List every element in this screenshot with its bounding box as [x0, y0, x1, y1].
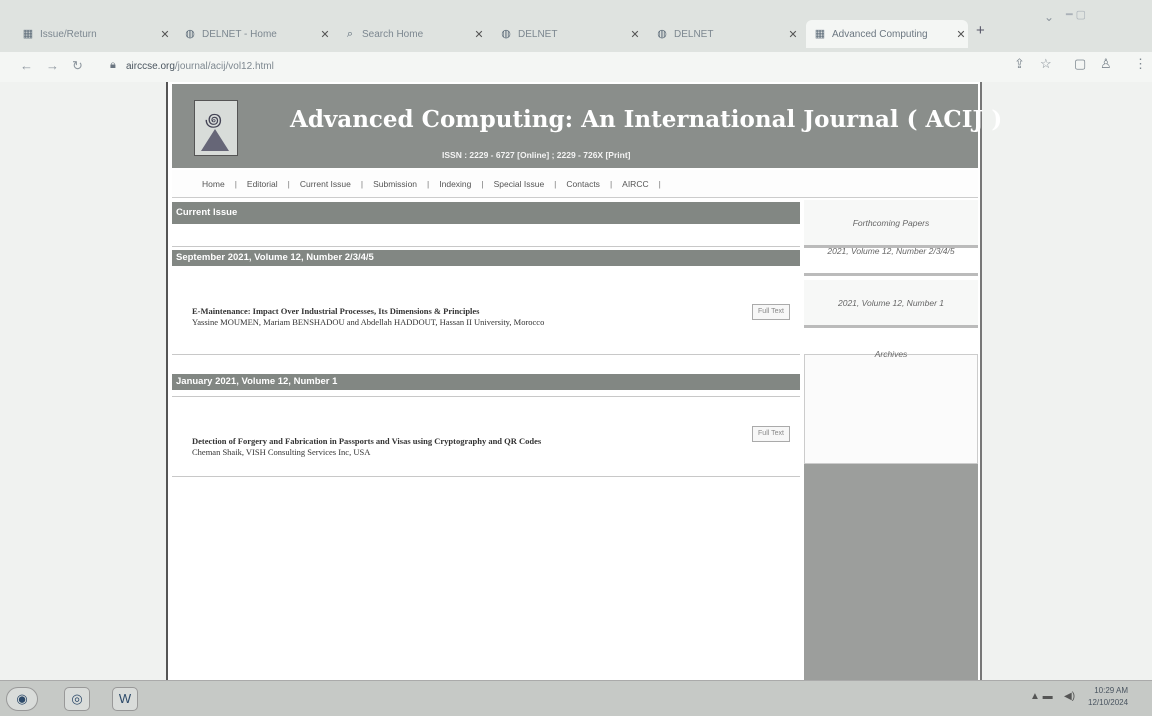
menu-separator: |: [658, 178, 661, 189]
site-menu: Home | Editorial | Current Issue | Submissi…: [172, 170, 978, 198]
journal-title: Advanced Computing: An International Jou…: [290, 106, 1003, 133]
paper-title[interactable]: E-Maintenance: Impact Over Industrial Pr…: [192, 306, 544, 317]
clock-time: 10:29 AM: [1094, 686, 1129, 695]
close-icon[interactable]: ✕: [628, 28, 642, 41]
paper-authors: Yassine MOUMEN, Mariam BENSHADOU and Abd…: [192, 317, 545, 327]
paper-authors: Cheman Shaik, VISH Consulting Services I…: [192, 447, 371, 457]
full-text-button[interactable]: Full Text: [752, 426, 790, 442]
chrome-icon[interactable]: ◎: [64, 687, 90, 711]
menu-indexing[interactable]: Indexing: [429, 179, 481, 189]
divider: [172, 476, 800, 477]
window-controls-icon[interactable]: ━ ▢: [1066, 8, 1086, 21]
sidebar: Forthcoming Papers 2021, Volume 12, Numb…: [804, 200, 978, 680]
divider: [172, 396, 800, 397]
url-field[interactable]: airccse.org/journal/acij/vol12.html: [126, 61, 274, 72]
close-icon[interactable]: ✕: [954, 28, 968, 41]
globe-icon: ◍: [657, 28, 667, 40]
chevron-down-icon[interactable]: ⌄: [1044, 10, 1054, 24]
taskbar-clock[interactable]: 10:29 AM 12/10/2024: [1088, 685, 1128, 709]
document-icon: ▦: [814, 28, 826, 40]
issue-header: January 2021, Volume 12, Number 1: [172, 374, 800, 390]
profile-icon[interactable]: ♙: [1100, 56, 1112, 72]
search-icon: ⌕: [346, 28, 354, 40]
word-icon[interactable]: W: [112, 687, 138, 711]
globe-icon: ◍: [501, 28, 511, 40]
page-viewport: ꩜ Advanced Computing: An International J…: [0, 82, 1152, 680]
menu-contacts[interactable]: Contacts: [556, 179, 610, 189]
share-icon[interactable]: ⇪: [1014, 56, 1025, 72]
tab-delnet-home[interactable]: ◍ DELNET - Home ✕: [176, 20, 332, 48]
menu-submission[interactable]: Submission: [363, 179, 427, 189]
new-tab-button[interactable]: +: [976, 22, 985, 39]
tab-title: Issue/Return: [40, 28, 97, 40]
tab-title: Advanced Computing: [832, 28, 928, 40]
sidebar-item-volume-12-1[interactable]: 2021, Volume 12, Number 1: [804, 280, 978, 328]
journal-site: ꩜ Advanced Computing: An International J…: [166, 82, 1002, 680]
journal-logo[interactable]: ꩜: [194, 100, 238, 156]
paper-title[interactable]: Detection of Forgery and Fabrication in …: [192, 436, 541, 447]
tab-title: DELNET - Home: [202, 28, 277, 40]
sidebar-archives-box: Archives: [804, 349, 978, 464]
menu-current-issue[interactable]: Current Issue: [290, 179, 361, 189]
journal-banner: ꩜ Advanced Computing: An International J…: [172, 84, 1002, 168]
globe-icon: ◍: [185, 28, 195, 40]
tab-delnet-1[interactable]: ◍ DELNET ✕: [492, 20, 642, 48]
menu-icon[interactable]: ⋮: [1134, 56, 1147, 72]
tab-title: DELNET: [674, 28, 714, 40]
document-icon: ▦: [22, 28, 34, 40]
url-path: /journal/acij/vol12.html: [174, 61, 274, 72]
issn-line: ISSN : 2229 - 6727 [Online] ; 2229 - 726…: [442, 150, 631, 160]
close-icon[interactable]: ✕: [472, 28, 486, 41]
menu-editorial[interactable]: Editorial: [237, 179, 288, 189]
star-icon[interactable]: ☆: [1040, 56, 1052, 72]
full-text-button[interactable]: Full Text: [752, 304, 790, 320]
main-column: Current Issue September 2021, Volume 12,…: [172, 200, 800, 680]
tab-delnet-2[interactable]: ◍ DELNET ✕: [648, 20, 800, 48]
browser-tabstrip: ▦ Issue/Return ✕ ◍ DELNET - Home ✕ ⌕ Sea…: [0, 0, 1152, 52]
start-button-icon[interactable]: ◉: [6, 687, 38, 711]
tab-issue-return[interactable]: ▦ Issue/Return ✕: [14, 20, 172, 48]
reload-icon[interactable]: ↻: [72, 58, 83, 74]
menu-home[interactable]: Home: [172, 179, 235, 189]
close-icon[interactable]: ✕: [318, 28, 332, 41]
extensions-icon[interactable]: ▢: [1074, 56, 1086, 72]
clock-date: 12/10/2024: [1088, 698, 1129, 707]
triangle-icon: [201, 129, 229, 151]
divider: [172, 354, 800, 355]
paper-entry: E-Maintenance: Impact Over Industrial Pr…: [192, 306, 544, 328]
close-icon[interactable]: ✕: [786, 28, 800, 41]
back-icon[interactable]: ←: [20, 58, 33, 73]
menu-special-issue[interactable]: Special Issue: [484, 179, 555, 189]
network-icon[interactable]: ▲ ▬: [1030, 691, 1053, 702]
menu-aircc[interactable]: AIRCC: [612, 179, 658, 189]
sidebar-item-archives[interactable]: Archives: [805, 349, 977, 359]
paper-entry: Detection of Forgery and Fabrication in …: [192, 436, 541, 458]
lock-icon[interactable]: 🔒︎: [110, 59, 116, 72]
close-icon[interactable]: ✕: [158, 28, 172, 41]
issue-header: September 2021, Volume 12, Number 2/3/4/…: [172, 250, 800, 266]
sidebar-item-volume-12-2345[interactable]: 2021, Volume 12, Number 2/3/4/5: [804, 228, 978, 276]
sidebar-filler: [804, 464, 978, 680]
forward-icon[interactable]: →: [46, 58, 59, 73]
url-host: airccse.org: [126, 61, 175, 72]
tab-title: DELNET: [518, 28, 558, 40]
tab-title: Search Home: [362, 28, 424, 40]
tab-search-home[interactable]: ⌕ Search Home ✕: [336, 20, 486, 48]
divider: [172, 246, 800, 247]
taskbar: ◉ ◎ W ▲ ▬ ◀) 10:29 AM 12/10/2024: [0, 680, 1152, 716]
current-issue-heading: Current Issue: [172, 202, 800, 224]
tab-advanced-computing[interactable]: ▦ Advanced Computing ✕: [806, 20, 968, 48]
volume-icon[interactable]: ◀): [1064, 691, 1075, 702]
